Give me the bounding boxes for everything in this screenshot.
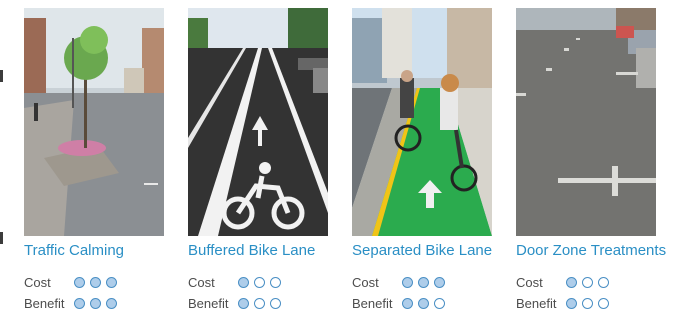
photo-buffered-bike-lane	[188, 8, 328, 236]
rating-dot-filled	[90, 298, 101, 309]
cost-row: Cost	[24, 275, 117, 290]
rating-dot-filled	[418, 298, 429, 309]
rating-dot-filled	[106, 298, 117, 309]
benefit-row: Benefit	[516, 296, 609, 311]
photo-door-zone-treatments	[516, 8, 656, 236]
rating-dot-filled	[566, 298, 577, 309]
benefit-label: Benefit	[516, 296, 557, 311]
rating-dot-empty	[254, 277, 265, 288]
rating-dot-filled	[434, 277, 445, 288]
rating-dot-filled	[418, 277, 429, 288]
rating-dot-filled	[74, 277, 85, 288]
rating-dot-filled	[74, 298, 85, 309]
card-separated-bike-lane	[352, 8, 492, 236]
rating-dot-empty	[598, 277, 609, 288]
benefit-row: Benefit	[352, 296, 445, 311]
cost-label: Cost	[188, 275, 215, 290]
rating-dot-empty	[598, 298, 609, 309]
card-buffered-bike-lane	[188, 8, 328, 236]
card-door-zone-treatments	[516, 8, 656, 236]
benefit-label: Benefit	[188, 296, 229, 311]
cost-rating	[74, 277, 117, 288]
rating-dot-filled	[402, 298, 413, 309]
benefit-rating	[74, 298, 117, 309]
edge-mark-bottom	[0, 232, 3, 244]
edge-mark-top	[0, 70, 3, 82]
rating-dot-empty	[270, 298, 281, 309]
benefit-label: Benefit	[352, 296, 393, 311]
rating-dot-filled	[238, 298, 249, 309]
cost-rating	[238, 277, 281, 288]
card-title: Separated Bike Lane	[352, 242, 493, 259]
rating-dot-empty	[582, 277, 593, 288]
benefit-label: Benefit	[24, 296, 65, 311]
photo-separated-bike-lane	[352, 8, 492, 236]
rating-dot-filled	[566, 277, 577, 288]
benefit-row: Benefit	[188, 296, 281, 311]
rating-dot-empty	[254, 298, 265, 309]
rating-dot-filled	[238, 277, 249, 288]
benefit-rating	[402, 298, 445, 309]
card-title: Door Zone Treatments	[516, 242, 667, 259]
card-traffic-calming	[24, 8, 164, 236]
rating-dot-filled	[90, 277, 101, 288]
cost-label: Cost	[24, 275, 51, 290]
cost-rating	[566, 277, 609, 288]
benefit-row: Benefit	[24, 296, 117, 311]
cost-row: Cost	[516, 275, 609, 290]
rating-dot-filled	[106, 277, 117, 288]
benefit-rating	[238, 298, 281, 309]
cost-label: Cost	[352, 275, 379, 290]
rating-dot-empty	[270, 277, 281, 288]
cost-row: Cost	[188, 275, 281, 290]
cost-label: Cost	[516, 275, 543, 290]
photo-traffic-calming	[24, 8, 164, 236]
rating-dot-empty	[582, 298, 593, 309]
cost-rating	[402, 277, 445, 288]
rating-dot-filled	[402, 277, 413, 288]
rating-dot-empty	[434, 298, 445, 309]
cost-row: Cost	[352, 275, 445, 290]
card-title: Traffic Calming	[24, 242, 125, 259]
card-title: Buffered Bike Lane	[188, 242, 316, 259]
benefit-rating	[566, 298, 609, 309]
